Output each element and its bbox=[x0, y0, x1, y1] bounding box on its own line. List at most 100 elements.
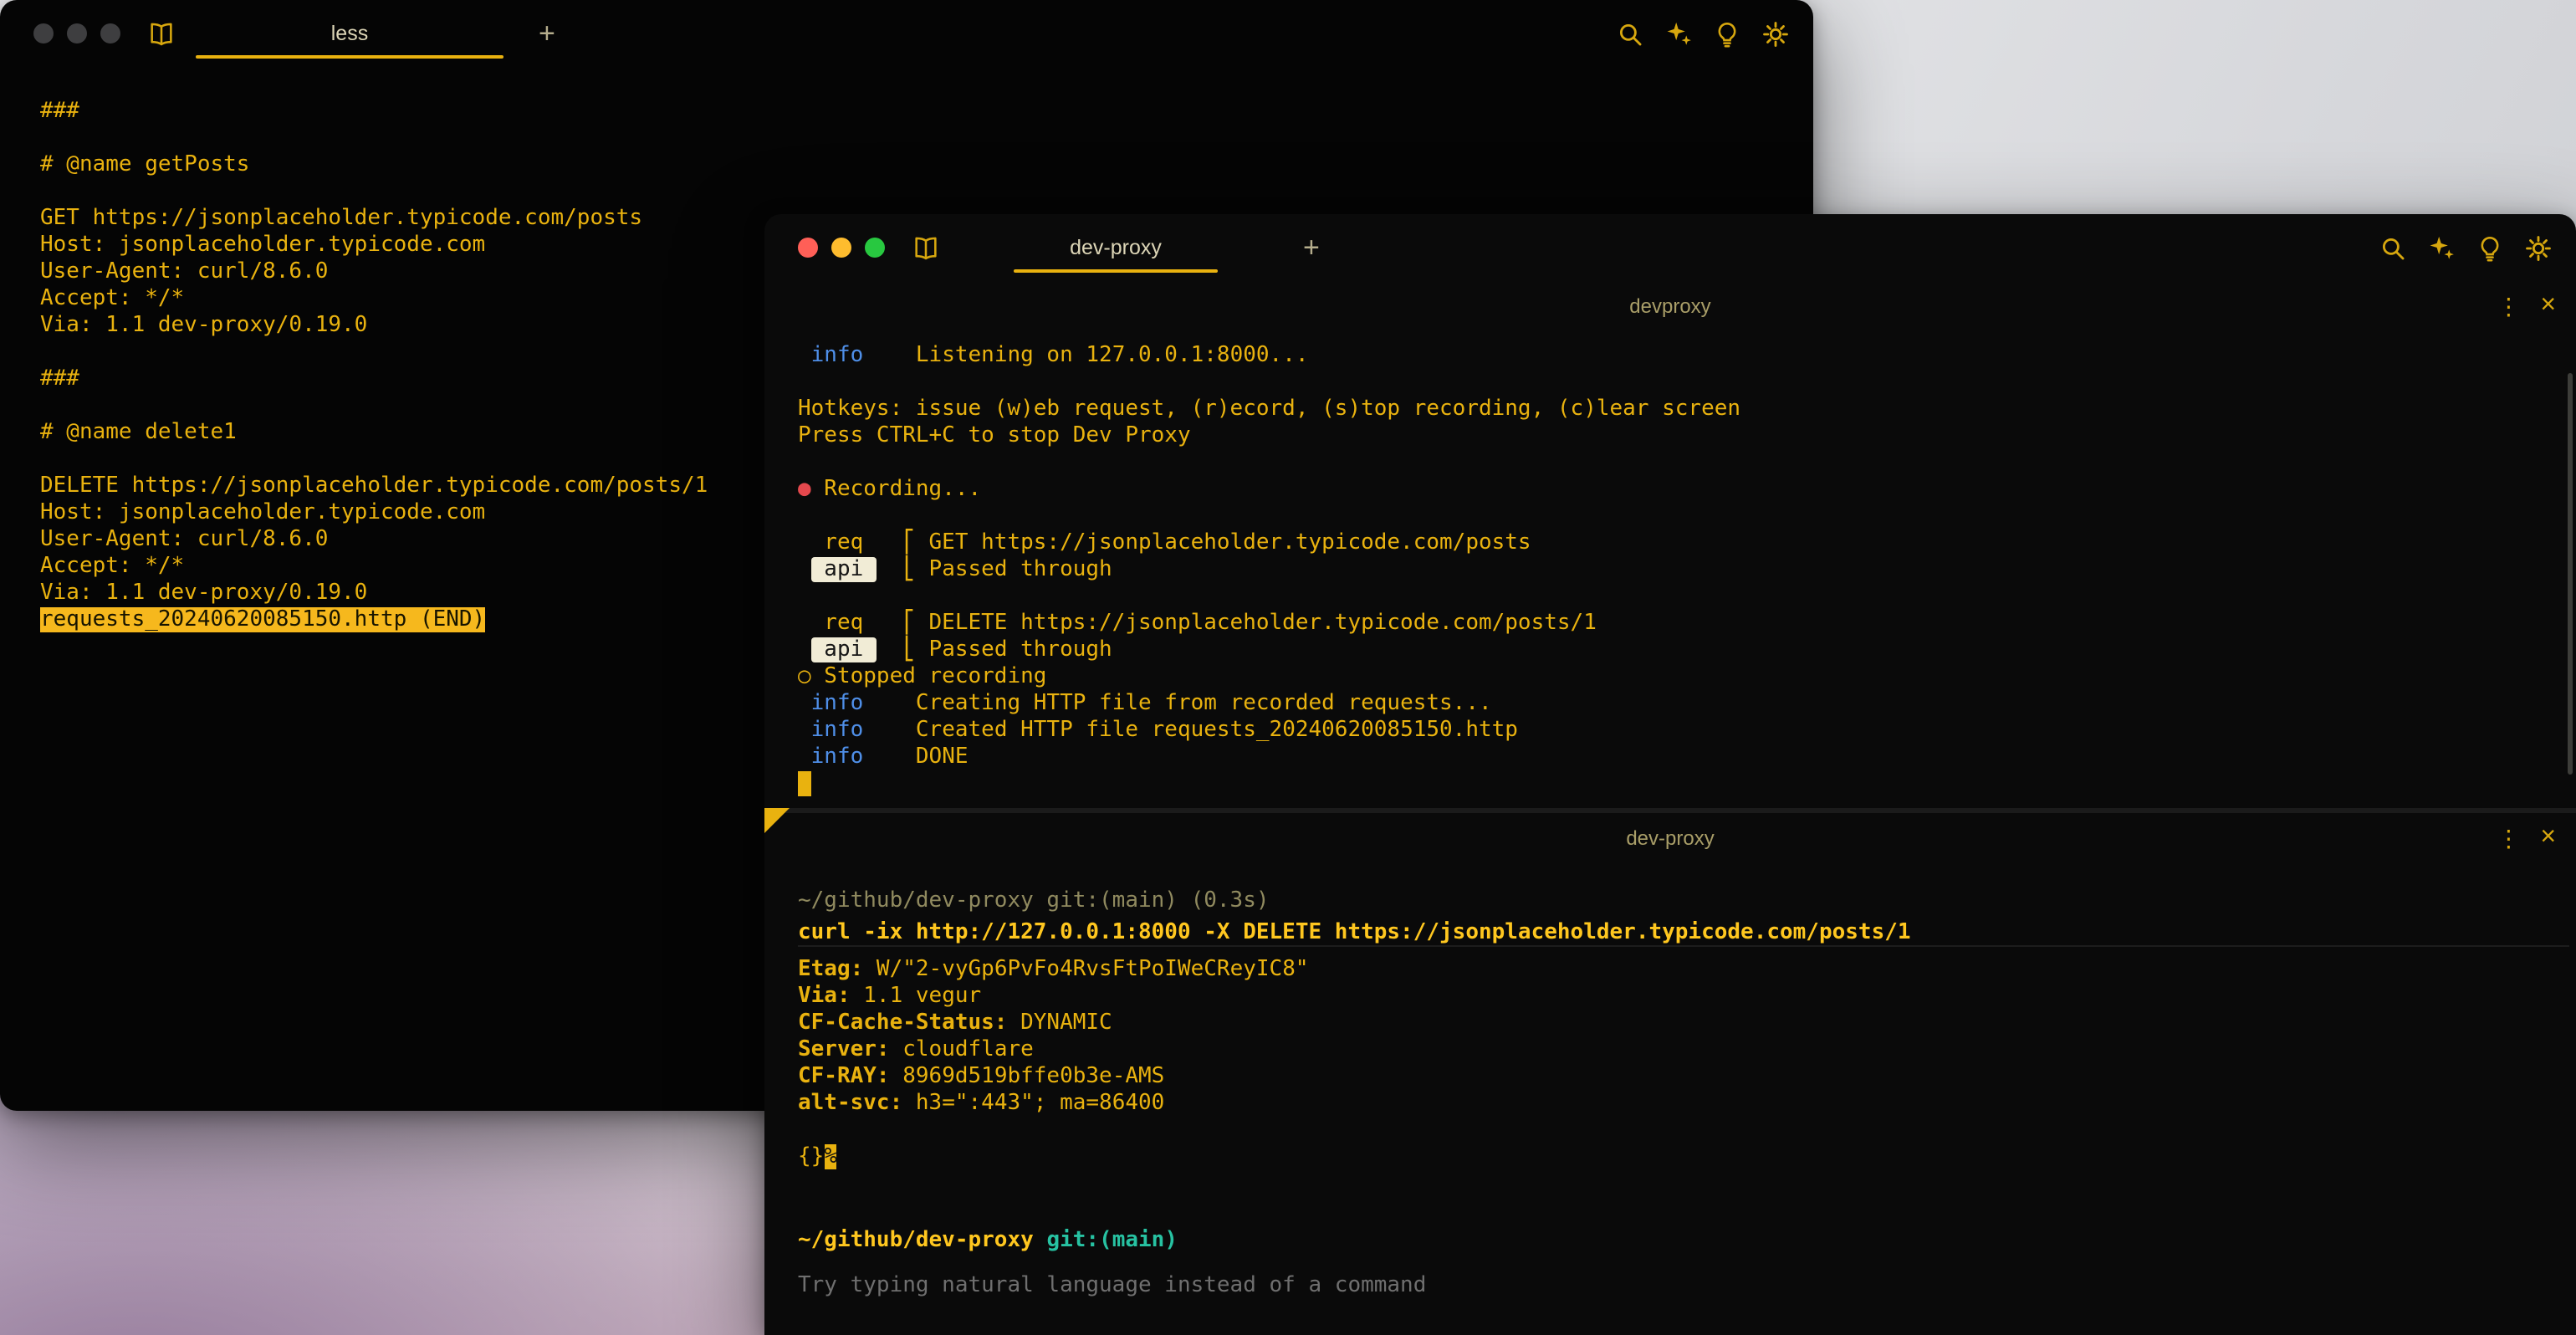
less-status-line: requests_20240620085150.http (END) bbox=[40, 607, 485, 632]
lightbulb-icon[interactable] bbox=[1713, 19, 1741, 48]
text-segment bbox=[1034, 1228, 1047, 1253]
text-segment: ⎣ Passed through bbox=[877, 637, 1112, 662]
text-segment bbox=[798, 557, 811, 582]
text-segment: ⎣ Passed through bbox=[877, 557, 1112, 582]
text-segment: req ⎡ GET https://jsonplaceholder.typico… bbox=[798, 530, 1531, 555]
text-segment: # @name getPosts bbox=[40, 152, 249, 177]
titlebar-less[interactable]: less + bbox=[0, 0, 1813, 67]
text-segment: DYNAMIC bbox=[1007, 1010, 1112, 1036]
text-segment: ### bbox=[40, 99, 79, 124]
traffic-lights bbox=[33, 23, 120, 43]
terminal-line: Server: cloudflare bbox=[798, 1037, 2569, 1064]
new-tab-button[interactable]: + bbox=[1303, 233, 1320, 262]
window-toolbar bbox=[2379, 214, 2553, 281]
terminal-line: req ⎡ GET https://jsonplaceholder.typico… bbox=[798, 530, 2569, 557]
text-segment: Accept: */* bbox=[40, 554, 184, 579]
pane-menu-icon[interactable]: ⋮ bbox=[2497, 824, 2520, 852]
terminal-line bbox=[798, 450, 2569, 477]
text-segment: CF-RAY: bbox=[798, 1064, 890, 1089]
text-segment: 8969d519bffe0b3e-AMS bbox=[890, 1064, 1165, 1089]
ai-sparkles-icon[interactable] bbox=[2427, 233, 2456, 262]
text-segment: Hotkeys: issue (w)eb request, (r)ecord, … bbox=[798, 396, 1740, 422]
tab-label: less bbox=[331, 22, 368, 45]
titlebar-devproxy[interactable]: dev-proxy + bbox=[764, 214, 2576, 281]
terminal-line: Etag: W/"2-vyGp6PvFo4RvsFtPoIWeCReyIC8" bbox=[798, 957, 2569, 984]
settings-gear-icon[interactable] bbox=[1761, 19, 1790, 48]
previous-prompt: ~/github/dev-proxy git:(main) (0.3s) bbox=[798, 888, 1270, 913]
traffic-light-maximize[interactable] bbox=[100, 23, 120, 43]
text-segment: Via: 1.1 dev-proxy/0.19.0 bbox=[40, 581, 367, 606]
terminal-line bbox=[798, 1171, 2569, 1198]
lightbulb-icon[interactable] bbox=[2476, 233, 2504, 262]
text-segment: DELETE https://jsonplaceholder.typicode.… bbox=[40, 473, 708, 499]
terminal-line: {}% bbox=[798, 1144, 2569, 1171]
settings-gear-icon[interactable] bbox=[2524, 233, 2553, 262]
text-segment: User-Agent: curl/8.6.0 bbox=[40, 259, 328, 284]
terminal-line: alt-svc: h3=":443"; ma=86400 bbox=[798, 1091, 2569, 1118]
tab-dev-proxy[interactable]: dev-proxy bbox=[1007, 214, 1224, 281]
shell-output[interactable]: ~/github/dev-proxy git:(main) (0.3s)curl… bbox=[764, 863, 2576, 1300]
devproxy-output[interactable]: info Listening on 127.0.0.1:8000... Hotk… bbox=[764, 331, 2576, 798]
text-segment: DONE bbox=[863, 744, 968, 770]
text-segment: cloudflare bbox=[890, 1037, 1034, 1062]
text-segment: Listening on 127.0.0.1:8000... bbox=[863, 343, 1308, 368]
pane-actions: ⋮ × bbox=[2497, 813, 2556, 863]
text-segment: Server: bbox=[798, 1037, 890, 1062]
tab-less[interactable]: less bbox=[189, 0, 510, 67]
text-segment: User-Agent: curl/8.6.0 bbox=[40, 527, 328, 552]
terminal-line: api ⎣ Passed through bbox=[798, 637, 2569, 664]
terminal-line bbox=[40, 179, 1797, 206]
window-devproxy: dev-proxy + devproxy ⋮ bbox=[764, 214, 2576, 1335]
prompt-git-branch: git:(main) bbox=[1046, 1228, 1178, 1253]
scrollbar-thumb[interactable] bbox=[2568, 373, 2573, 775]
text-segment: GET https://jsonplaceholder.typicode.com… bbox=[40, 206, 642, 231]
terminal-line bbox=[798, 771, 2569, 798]
traffic-light-minimize[interactable] bbox=[831, 238, 851, 258]
recording-dot: ● bbox=[798, 477, 811, 502]
terminal-line bbox=[798, 504, 2569, 530]
terminal-line: Via: 1.1 vegur bbox=[798, 984, 2569, 1010]
ai-sparkles-icon[interactable] bbox=[1664, 19, 1693, 48]
bookmarks-icon[interactable] bbox=[147, 19, 176, 48]
text-segment: Host: jsonplaceholder.typicode.com bbox=[40, 500, 485, 525]
api-badge: api bbox=[811, 637, 877, 662]
bookmarks-icon[interactable] bbox=[912, 233, 940, 262]
terminal-line: # @name getPosts bbox=[40, 152, 1797, 179]
pane-menu-icon[interactable]: ⋮ bbox=[2497, 292, 2520, 320]
terminal-line bbox=[798, 1198, 2569, 1225]
info-label: info bbox=[798, 744, 863, 770]
window-toolbar bbox=[1616, 0, 1790, 67]
text-segment: Accept: */* bbox=[40, 286, 184, 311]
terminal-line: req ⎡ DELETE https://jsonplaceholder.typ… bbox=[798, 611, 2569, 637]
terminal-line: ○ Stopped recording bbox=[798, 664, 2569, 691]
terminal-line: info Creating HTTP file from recorded re… bbox=[798, 691, 2569, 718]
terminal-line: CF-Cache-Status: DYNAMIC bbox=[798, 1010, 2569, 1037]
text-segment: alt-svc: bbox=[798, 1091, 902, 1116]
pane-close-icon[interactable]: × bbox=[2540, 823, 2556, 853]
terminal-line: Hotkeys: issue (w)eb request, (r)ecord, … bbox=[798, 396, 2569, 423]
traffic-light-maximize[interactable] bbox=[865, 238, 885, 258]
pane-header-devproxy: devproxy ⋮ × bbox=[764, 281, 2576, 331]
info-label: info bbox=[798, 718, 863, 743]
desktop: less + ### # @name getPosts GET https://… bbox=[0, 0, 2576, 1335]
terminal-line: ● Recording... bbox=[798, 477, 2569, 504]
traffic-light-close[interactable] bbox=[798, 238, 818, 258]
terminal-line bbox=[798, 584, 2569, 611]
new-tab-button[interactable]: + bbox=[539, 19, 555, 48]
traffic-lights bbox=[798, 238, 885, 258]
traffic-light-minimize[interactable] bbox=[67, 23, 87, 43]
terminal-line bbox=[798, 1118, 2569, 1144]
terminal-line: info Listening on 127.0.0.1:8000... bbox=[798, 343, 2569, 370]
no-newline-marker: % bbox=[824, 1144, 837, 1169]
traffic-light-close[interactable] bbox=[33, 23, 54, 43]
pane-close-icon[interactable]: × bbox=[2540, 291, 2556, 321]
terminal-line bbox=[798, 370, 2569, 396]
text-segment: Creating HTTP file from recorded request… bbox=[863, 691, 1491, 716]
terminal-line: Try typing natural language instead of a… bbox=[798, 1273, 2569, 1300]
terminal-line: CF-RAY: 8969d519bffe0b3e-AMS bbox=[798, 1064, 2569, 1091]
text-segment: Recording... bbox=[811, 477, 982, 502]
search-icon[interactable] bbox=[1616, 19, 1644, 48]
search-icon[interactable] bbox=[2379, 233, 2407, 262]
text-segment: {} bbox=[798, 1144, 824, 1169]
terminal-line: info Created HTTP file requests_20240620… bbox=[798, 718, 2569, 744]
